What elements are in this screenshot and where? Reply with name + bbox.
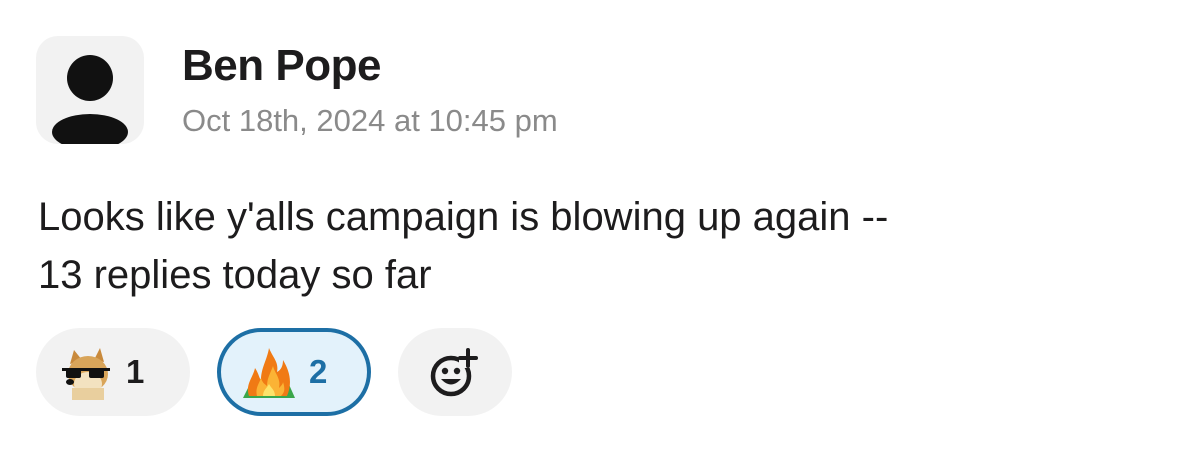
fire-emoji (243, 348, 295, 398)
message-line: 13 replies today so far (38, 253, 432, 297)
reaction-count: 1 (126, 353, 145, 390)
user-placeholder-icon (52, 55, 128, 144)
avatar[interactable] (36, 36, 144, 144)
message-body: Looks like y'alls campaign is blowing up… (38, 188, 1148, 304)
reaction-doge[interactable]: 1 (36, 328, 190, 416)
reaction-count: 2 (309, 353, 328, 390)
reaction-bar: 1 2 (36, 328, 512, 416)
author-name[interactable]: Ben Pope (182, 40, 381, 92)
message-line: Looks like y'alls campaign is blowing up… (38, 195, 889, 239)
reaction-fire[interactable]: 2 (217, 328, 371, 416)
doge-sunglasses-emoji (62, 348, 110, 400)
add-reaction-button[interactable] (398, 328, 512, 416)
add-reaction-icon (430, 348, 478, 397)
message-timestamp[interactable]: Oct 18th, 2024 at 10:45 pm (182, 102, 558, 140)
